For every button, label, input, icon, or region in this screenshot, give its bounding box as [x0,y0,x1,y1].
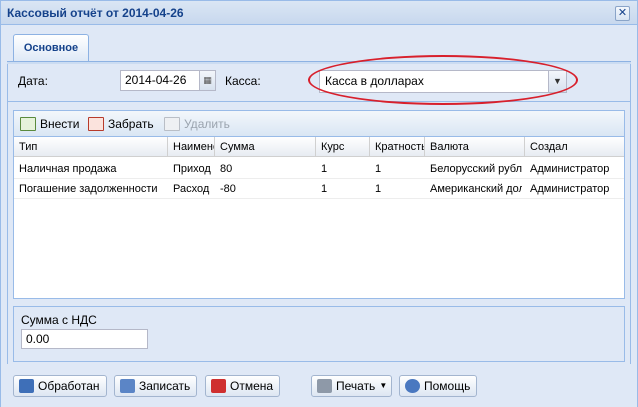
column-header-rate[interactable]: Курс [316,137,370,157]
cell-name: Приход [173,163,211,175]
cell-creator: Администратор [530,183,610,195]
cell-creator: Администратор [530,163,610,175]
print-button-label: Печать [336,379,376,393]
column-header-creator[interactable]: Создал [525,137,624,157]
delete-button-label: Удалить [184,117,230,131]
date-label: Дата: [18,74,48,88]
kassa-select[interactable]: Касса в долларах [319,70,567,93]
column-header-name[interactable]: Наименование [168,137,215,157]
take-button[interactable]: Забрать [88,115,154,133]
cell-multiplicity: 1 [375,183,382,195]
kassa-label: Касса: [225,74,261,88]
grid-header: Тип Наименование Сумма Курс Кратность Ва… [14,137,624,157]
sum-vat-field[interactable]: 0.00 [21,329,148,349]
process-icon [19,379,34,393]
column-header-multiplicity[interactable]: Кратность [370,137,425,157]
cancel-button-label: Отмена [230,379,274,393]
delete-button[interactable]: Удалить [164,115,230,133]
footer-toolbar: Обработан Записать Отмена Печать ▼ Помощ… [1,365,637,407]
cell-multiplicity: 1 [375,163,382,175]
take-money-icon [88,117,104,131]
sum-vat-label: Сумма с НДС [21,313,97,327]
cancel-icon [211,379,226,393]
cell-type: Погашение задолженности [19,183,158,195]
help-icon [405,379,420,393]
table-row[interactable]: Погашение задолженности Расход -80 1 1 А… [14,179,624,199]
column-header-type[interactable]: Тип [14,137,168,157]
table-row[interactable]: Наличная продажа Приход 80 1 1 Белорусск… [14,159,624,179]
cancel-button[interactable]: Отмена [205,375,281,397]
cell-sum: 80 [220,163,233,175]
floppy-disk-icon [120,379,135,393]
chevron-down-icon: ▼ [379,381,388,390]
add-button[interactable]: Внести [20,115,80,133]
summary-panel: Сумма с НДС 0.00 [13,306,625,362]
column-header-currency[interactable]: Валюта [425,137,525,157]
cell-sum: -80 [220,183,236,195]
cell-currency: Белорусский рубль [430,163,522,175]
save-button[interactable]: Записать [114,375,198,397]
printer-icon [317,379,332,393]
chevron-down-icon[interactable]: ▼ [548,71,566,92]
title-bar[interactable]: Кассовый отчёт от 2014-04-26 ✕ [1,1,637,25]
process-button-label: Обработан [38,379,100,393]
help-button[interactable]: Помощь [399,375,478,397]
cell-rate: 1 [321,183,328,195]
delete-icon [164,117,180,131]
cell-type: Наличная продажа [19,163,117,175]
add-money-icon [20,117,36,131]
take-button-label: Забрать [108,117,154,131]
date-field[interactable]: 2014-04-26 [120,70,200,91]
cell-currency: Американский доллар [430,183,522,195]
grid-toolbar: Внести Забрать Удалить [14,111,624,137]
save-button-label: Записать [139,379,191,393]
dialog-window: Кассовый отчёт от 2014-04-26 ✕ Основное … [0,0,638,407]
close-button[interactable]: ✕ [615,6,630,21]
operations-grid-panel: Внести Забрать Удалить Тип Наименование … [13,110,625,299]
column-header-sum[interactable]: Сумма [215,137,316,157]
tab-main[interactable]: Основное [13,34,89,62]
help-button-label: Помощь [424,379,471,393]
process-button[interactable]: Обработан [13,375,107,397]
cell-rate: 1 [321,163,328,175]
calendar-icon[interactable]: ▦ [200,70,216,91]
print-button[interactable]: Печать ▼ [311,375,393,397]
add-button-label: Внести [40,117,80,131]
window-title: Кассовый отчёт от 2014-04-26 [7,6,184,20]
cell-name: Расход [173,183,210,195]
